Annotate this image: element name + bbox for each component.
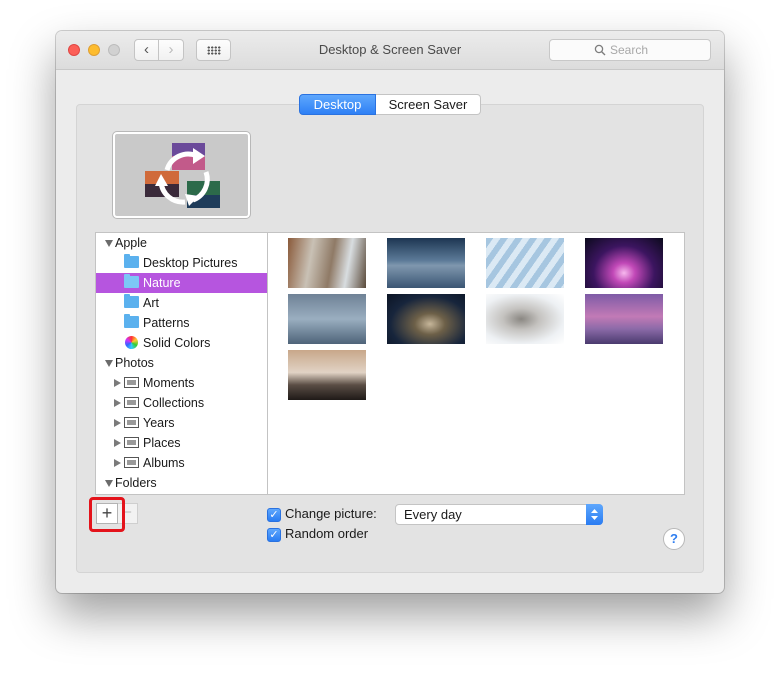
search-input[interactable] (610, 41, 706, 59)
disclosure-closed-icon[interactable] (114, 419, 121, 427)
checkmark-icon: ✓ (269, 529, 279, 541)
window-title: Desktop & Screen Saver (318, 42, 462, 57)
title-bar: ‹ › Desktop & Screen Saver (56, 31, 724, 70)
checkmark-icon: ✓ (269, 509, 279, 521)
disclosure-open-icon[interactable] (105, 240, 113, 247)
wallpaper-thumbnail-reeds[interactable] (288, 294, 366, 344)
source-item-moments[interactable]: Moments (96, 373, 267, 393)
source-item-solid-colors[interactable]: Solid Colors (96, 333, 267, 353)
disclosure-closed-icon[interactable] (114, 379, 121, 387)
source-item-patterns[interactable]: Patterns (96, 313, 267, 333)
source-label: Albums (143, 456, 185, 470)
help-button[interactable]: ? (663, 528, 685, 550)
chevron-right-icon: › (168, 41, 174, 58)
close-window-button[interactable] (68, 44, 80, 56)
back-button[interactable]: ‹ (134, 39, 159, 61)
change-picture-checkbox[interactable]: ✓ (267, 508, 281, 522)
disclosure-closed-icon[interactable] (114, 399, 121, 407)
folder-icon (124, 314, 139, 328)
source-label: Places (143, 436, 181, 450)
photo-album-icon (124, 377, 139, 388)
zoom-window-button[interactable] (108, 44, 120, 56)
photo-album-icon (124, 437, 139, 448)
tab-desktop[interactable]: Desktop (299, 94, 376, 115)
folder-icon (124, 274, 139, 288)
tab-screen-saver[interactable]: Screen Saver (376, 94, 481, 115)
preferences-window: ‹ › Desktop & Screen Saver Desktop Scree… (56, 31, 724, 593)
source-item-albums[interactable]: Albums (96, 453, 267, 473)
source-item-years[interactable]: Years (96, 413, 267, 433)
source-list: Apple Desktop Pictures Nature Art Patter… (95, 232, 268, 495)
photo-album-icon (124, 397, 139, 408)
photo-album-icon (124, 457, 139, 468)
source-item-art[interactable]: Art (96, 293, 267, 313)
search-field[interactable] (549, 39, 711, 61)
forward-button[interactable]: › (159, 39, 184, 61)
source-label: Collections (143, 396, 205, 410)
source-label: Moments (143, 376, 195, 390)
source-item-places[interactable]: Places (96, 433, 267, 453)
source-label: Photos (115, 356, 154, 370)
wallpaper-thumbnail-snow-leopard[interactable] (486, 294, 564, 344)
chevron-left-icon: ‹ (144, 41, 149, 58)
source-item-nature[interactable]: Nature (96, 273, 267, 293)
source-item-desktop-pictures[interactable]: Desktop Pictures (96, 253, 267, 273)
source-label: Art (143, 296, 159, 310)
wallpaper-thumbnail-zen-stones[interactable] (288, 350, 366, 400)
source-label: Patterns (143, 316, 190, 330)
folder-icon (124, 294, 139, 308)
source-label: Solid Colors (143, 336, 211, 350)
source-group-apple[interactable]: Apple (96, 233, 267, 253)
current-wallpaper-preview (113, 132, 250, 218)
disclosure-closed-icon[interactable] (114, 459, 121, 467)
source-label: Apple (115, 236, 147, 250)
tab-bar: Desktop Screen Saver (299, 94, 481, 115)
wallpaper-thumbnail-snow-leopard-night[interactable] (387, 294, 465, 344)
show-all-button[interactable] (196, 39, 231, 61)
select-arrows-icon (586, 504, 603, 525)
wallpaper-thumbnail-horizon[interactable] (387, 238, 465, 288)
wallpaper-thumbnail-mountain-valley[interactable] (288, 238, 366, 288)
source-label: Years (143, 416, 175, 430)
wallpaper-thumbnail-aurora[interactable] (585, 238, 663, 288)
disclosure-open-icon[interactable] (105, 360, 113, 367)
disclosure-open-icon[interactable] (105, 480, 113, 487)
grid-icon (207, 46, 221, 55)
disclosure-closed-icon[interactable] (114, 439, 121, 447)
interval-select[interactable]: Every day (395, 504, 603, 525)
random-order-label: Random order (285, 526, 369, 541)
folder-icon (124, 254, 139, 268)
add-button-highlight (89, 497, 125, 532)
source-group-photos[interactable]: Photos (96, 353, 267, 373)
search-icon (594, 44, 606, 56)
change-picture-label: Change picture: (285, 506, 377, 521)
interval-select-value: Every day (404, 507, 462, 522)
minimize-window-button[interactable] (88, 44, 100, 56)
wallpaper-thumbnail-purple-peak[interactable] (585, 294, 663, 344)
source-item-collections[interactable]: Collections (96, 393, 267, 413)
random-order-checkbox[interactable]: ✓ (267, 528, 281, 542)
rotating-pictures-icon (145, 143, 220, 208)
source-group-folders[interactable]: Folders (96, 473, 267, 493)
color-wheel-icon (125, 336, 138, 349)
photo-album-icon (124, 417, 139, 428)
wallpaper-thumbnail-ice[interactable] (486, 238, 564, 288)
source-label: Folders (115, 476, 157, 490)
source-label: Nature (143, 276, 181, 290)
source-label: Desktop Pictures (143, 256, 238, 270)
wallpaper-grid (267, 232, 685, 495)
